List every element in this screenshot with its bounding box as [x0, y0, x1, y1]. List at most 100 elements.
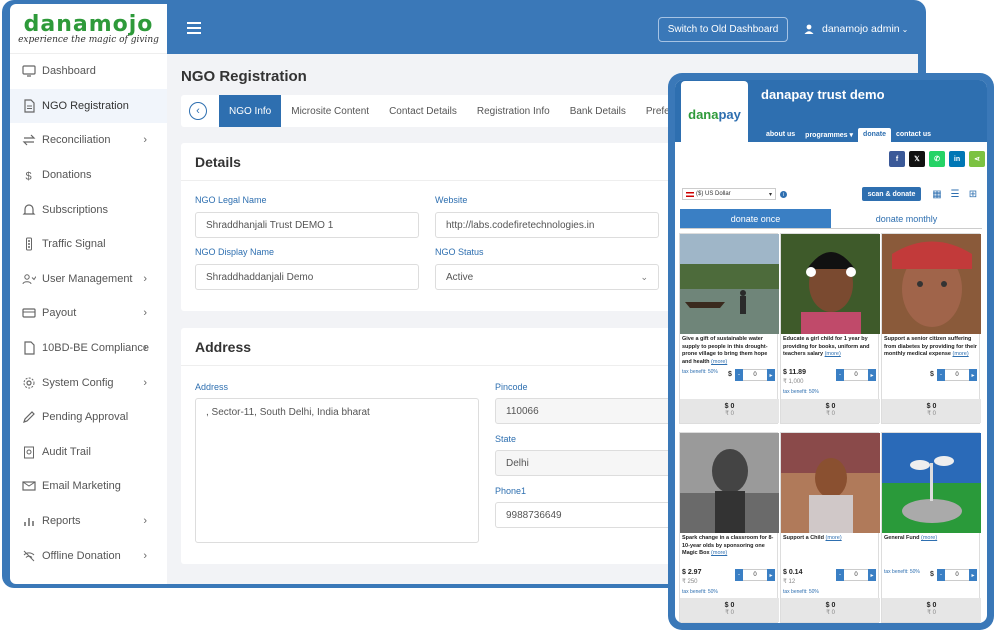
nav-programmes-label: programmes: [805, 132, 848, 139]
increment-icon[interactable]: ▸: [767, 369, 775, 381]
sidebar-item-email-marketing[interactable]: Email Marketing: [10, 469, 167, 504]
sidebar-item-10bd-be-compliance[interactable]: 10BD-BE Compliance ›: [10, 331, 167, 366]
quantity-stepper[interactable]: -0 ▸: [735, 569, 775, 581]
linkedin-icon[interactable]: in: [949, 151, 965, 167]
decrement-icon[interactable]: -: [735, 369, 743, 381]
nav-donate[interactable]: donate: [858, 128, 891, 142]
phone-input[interactable]: 9988736649: [495, 502, 695, 528]
sidebar-item-label: System Config: [42, 376, 114, 389]
increment-icon[interactable]: ▸: [767, 569, 775, 581]
currency-symbol: $: [930, 371, 934, 378]
tab-donate-once[interactable]: donate once: [680, 209, 831, 229]
quantity-value[interactable]: 0: [743, 369, 767, 381]
decrement-icon[interactable]: -: [836, 569, 844, 581]
ngo-status-value: Active: [446, 271, 474, 283]
grid-view-icon[interactable]: ⊞: [966, 187, 980, 201]
nav-about-us[interactable]: about us: [761, 128, 800, 142]
tax-benefit: tax benefit: 50%: [884, 569, 920, 575]
sidebar-item-user-management[interactable]: User Management ›: [10, 262, 167, 297]
address-textarea[interactable]: , Sector-11, South Delhi, India bharat: [195, 398, 479, 543]
danapay-logo[interactable]: dana pay: [681, 81, 748, 147]
sidebar-item-payout[interactable]: Payout ›: [10, 296, 167, 331]
danamojo-logo[interactable]: danamojo experience the magic of giving: [10, 4, 167, 54]
product-image[interactable]: [882, 433, 981, 533]
calculator-icon[interactable]: ▦: [930, 187, 944, 201]
decrement-icon[interactable]: -: [937, 369, 945, 381]
more-link[interactable]: (more): [711, 359, 727, 365]
list-view-icon[interactable]: ☰: [948, 187, 962, 201]
product-image[interactable]: [680, 234, 779, 334]
quantity-stepper[interactable]: -0 ▸: [937, 369, 977, 381]
tab-microsite-content[interactable]: Microsite Content: [281, 95, 379, 127]
product-image[interactable]: [680, 433, 779, 533]
nav-contact-us[interactable]: contact us: [891, 128, 936, 142]
total-usd: $ 0: [926, 602, 937, 609]
state-input[interactable]: Delhi: [495, 450, 695, 476]
display-name-input[interactable]: Shraddhaddanjali Demo: [195, 264, 419, 290]
dollar-icon: $: [22, 168, 36, 183]
product-image[interactable]: [882, 234, 981, 334]
whatsapp-icon[interactable]: ✆: [929, 151, 945, 167]
more-link[interactable]: (more): [952, 351, 968, 357]
decrement-icon[interactable]: -: [735, 569, 743, 581]
product-image[interactable]: [781, 234, 880, 334]
us-flag-icon: [686, 191, 694, 197]
legal-name-input[interactable]: Shraddhanjali Trust DEMO 1: [195, 212, 419, 238]
tab-registration-info[interactable]: Registration Info: [467, 95, 560, 127]
switch-dashboard-button[interactable]: Switch to Old Dashboard: [658, 17, 788, 42]
info-icon[interactable]: i: [780, 191, 787, 198]
currency-select[interactable]: ($) US Dollar ▾: [682, 188, 776, 200]
hamburger-icon[interactable]: [187, 22, 201, 37]
sidebar-item-subscriptions[interactable]: Subscriptions: [10, 192, 167, 227]
back-icon[interactable]: ‹: [189, 102, 207, 120]
ngo-status-select[interactable]: Active ⌄: [435, 264, 659, 290]
quantity-value[interactable]: 0: [844, 569, 868, 581]
increment-icon[interactable]: ▸: [868, 369, 876, 381]
increment-icon[interactable]: ▸: [969, 369, 977, 381]
sidebar-item-reports[interactable]: Reports ›: [10, 504, 167, 539]
product-image[interactable]: [781, 433, 880, 533]
sidebar-item-label: User Management: [42, 272, 133, 285]
sidebar-item-traffic-signal[interactable]: Traffic Signal: [10, 227, 167, 262]
website-input[interactable]: http://labs.codefiretechnologies.in: [435, 212, 659, 238]
quantity-value[interactable]: 0: [743, 569, 767, 581]
sidebar-item-pending-approval[interactable]: Pending Approval: [10, 400, 167, 435]
quantity-value[interactable]: 0: [945, 369, 969, 381]
quantity-value[interactable]: 0: [945, 569, 969, 581]
total-usd: $ 0: [724, 602, 735, 609]
sidebar-item-system-config[interactable]: System Config ›: [10, 365, 167, 400]
quantity-stepper[interactable]: -0 ▸: [836, 569, 876, 581]
sidebar-item-audit-trail[interactable]: Audit Trail: [10, 435, 167, 470]
increment-icon[interactable]: ▸: [868, 569, 876, 581]
sidebar-item-dashboard[interactable]: Dashboard: [10, 54, 167, 89]
increment-icon[interactable]: ▸: [969, 569, 977, 581]
decrement-icon[interactable]: -: [836, 369, 844, 381]
tab-contact-details[interactable]: Contact Details: [379, 95, 467, 127]
x-icon[interactable]: 𝕏: [909, 151, 925, 167]
sidebar-item-offline-donation[interactable]: Offline Donation ›: [10, 538, 167, 573]
nav-programmes[interactable]: programmes ▾: [800, 128, 858, 142]
more-link[interactable]: (more): [825, 535, 841, 541]
quantity-stepper[interactable]: -0 ▸: [836, 369, 876, 381]
pincode-label: Pincode: [495, 382, 528, 392]
share-icon[interactable]: ⋖: [969, 151, 985, 167]
pincode-input[interactable]: 110066: [495, 398, 695, 424]
more-link[interactable]: (more): [921, 535, 937, 541]
tab-donate-monthly[interactable]: donate monthly: [831, 209, 982, 229]
decrement-icon[interactable]: -: [937, 569, 945, 581]
more-link[interactable]: (more): [711, 550, 727, 556]
user-menu[interactable]: danamojo admin ⌄: [804, 23, 908, 35]
tab-ngo-info[interactable]: NGO Info: [219, 95, 282, 127]
scan-donate-button[interactable]: scan & donate: [862, 187, 921, 201]
tab-bank-details[interactable]: Bank Details: [560, 95, 636, 127]
file-icon: [22, 341, 36, 355]
quantity-value[interactable]: 0: [844, 369, 868, 381]
sidebar-item-ngo-registration[interactable]: NGO Registration: [10, 88, 167, 124]
quantity-stepper[interactable]: -0 ▸: [937, 569, 977, 581]
address-label: Address: [195, 382, 229, 392]
sidebar-item-reconciliation[interactable]: Reconciliation ›: [10, 123, 167, 158]
quantity-stepper[interactable]: -0 ▸: [735, 369, 775, 381]
facebook-icon[interactable]: f: [889, 151, 905, 167]
sidebar-item-donations[interactable]: $ Donations: [10, 158, 167, 193]
more-link[interactable]: (more): [825, 351, 841, 357]
